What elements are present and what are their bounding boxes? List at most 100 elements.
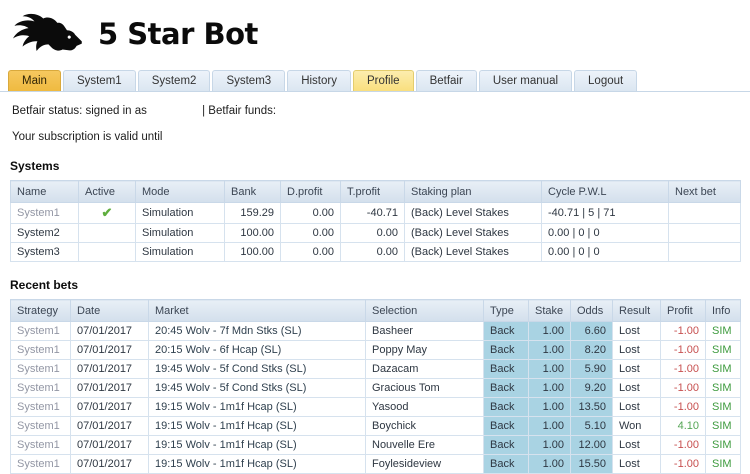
bet-selection: Nouvelle Ere [365, 435, 484, 455]
bet-result: Won [612, 416, 661, 436]
tab-logout[interactable]: Logout [574, 70, 638, 91]
bet-selection: Boychick [365, 416, 484, 436]
bet-result: Lost [612, 359, 661, 379]
bet-info[interactable]: SIM [705, 435, 741, 455]
system-staking-plan: (Back) Level Stakes [404, 223, 542, 243]
tab-main[interactable]: Main [8, 70, 61, 91]
bet-result: Lost [612, 378, 661, 398]
bet-row[interactable]: System1 07/01/2017 19:45 Wolv - 5f Cond … [10, 378, 741, 398]
tab-profile[interactable]: Profile [352, 70, 414, 91]
bet-strategy: System1 [10, 397, 71, 417]
tab-betfair[interactable]: Betfair [415, 70, 477, 91]
system-dprofit: 0.00 [280, 242, 341, 262]
check-icon: ✔ [78, 202, 136, 224]
system-mode: Simulation [135, 202, 225, 224]
bet-profit: -1.00 [660, 435, 706, 455]
bet-stake: 1.00 [528, 397, 571, 417]
bet-info[interactable]: SIM [705, 454, 741, 474]
col-odds: Odds [570, 299, 613, 322]
col-selection: Selection [365, 299, 484, 322]
tab-system2[interactable]: System2 [137, 70, 211, 91]
bet-strategy: System1 [10, 378, 71, 398]
system-name[interactable]: System1 [10, 202, 79, 224]
bet-stake: 1.00 [528, 340, 571, 360]
bet-info[interactable]: SIM [705, 321, 741, 341]
bet-strategy: System1 [10, 416, 71, 436]
bet-row[interactable]: System1 07/01/2017 20:45 Wolv - 7f Mdn S… [10, 321, 741, 341]
col-mode: Mode [135, 180, 225, 203]
bet-strategy: System1 [10, 454, 71, 474]
bet-market: 20:15 Wolv - 6f Hcap (SL) [148, 340, 366, 360]
bet-odds: 9.20 [570, 378, 613, 398]
bet-type: Back [483, 397, 529, 417]
bet-profit: 4.10 [660, 416, 706, 436]
col-bank: Bank [224, 180, 281, 203]
bet-date: 07/01/2017 [70, 435, 149, 455]
subscription-text: Your subscription is valid until [12, 131, 163, 143]
bet-stake: 1.00 [528, 359, 571, 379]
bet-date: 07/01/2017 [70, 416, 149, 436]
bet-selection: Yasood [365, 397, 484, 417]
system-row[interactable]: System1 ✔ Simulation 159.29 0.00 -40.71 … [10, 202, 741, 224]
bet-odds: 12.00 [570, 435, 613, 455]
system-bank: 100.00 [224, 242, 281, 262]
recent-bets-heading: Recent bets [10, 278, 79, 292]
bet-info[interactable]: SIM [705, 359, 741, 379]
bet-row[interactable]: System1 07/01/2017 20:15 Wolv - 6f Hcap … [10, 340, 741, 360]
system-row[interactable]: System2 Simulation 100.00 0.00 0.00 (Bac… [10, 223, 741, 243]
bet-info[interactable]: SIM [705, 397, 741, 417]
bet-date: 07/01/2017 [70, 454, 149, 474]
bet-market: 19:15 Wolv - 1m1f Hcap (SL) [148, 454, 366, 474]
system-tprofit: 0.00 [340, 223, 405, 243]
system-name[interactable]: System2 [10, 223, 79, 243]
bet-odds: 13.50 [570, 397, 613, 417]
tab-history[interactable]: History [287, 70, 351, 91]
col-next-bet: Next bet [668, 180, 741, 203]
bet-info[interactable]: SIM [705, 416, 741, 436]
brand-header: 5 Star Bot [0, 0, 750, 62]
nav-tabs: Main System1 System2 System3 History Pro… [0, 70, 750, 92]
bet-type: Back [483, 340, 529, 360]
bet-stake: 1.00 [528, 321, 571, 341]
bet-info[interactable]: SIM [705, 340, 741, 360]
system-dprofit: 0.00 [280, 202, 341, 224]
betfair-funds-text: | Betfair funds: [202, 105, 277, 117]
system-row[interactable]: System3 Simulation 100.00 0.00 0.00 (Bac… [10, 242, 741, 262]
bet-row[interactable]: System1 07/01/2017 19:15 Wolv - 1m1f Hca… [10, 454, 741, 474]
bet-result: Lost [612, 397, 661, 417]
col-profit: Profit [660, 299, 706, 322]
bet-row[interactable]: System1 07/01/2017 19:45 Wolv - 5f Cond … [10, 359, 741, 379]
system-next-bet [668, 242, 741, 262]
bet-odds: 5.10 [570, 416, 613, 436]
systems-table: Name Active Mode Bank D.profit T.profit … [10, 180, 741, 262]
horse-head-icon [10, 10, 84, 58]
system-name[interactable]: System3 [10, 242, 79, 262]
tab-system1[interactable]: System1 [62, 70, 136, 91]
bet-selection: Poppy May [365, 340, 484, 360]
bet-stake: 1.00 [528, 416, 571, 436]
bet-row[interactable]: System1 07/01/2017 19:15 Wolv - 1m1f Hca… [10, 397, 741, 417]
betfair-status-text: Betfair status: signed in as [12, 105, 147, 117]
bet-profit: -1.00 [660, 321, 706, 341]
bet-selection: Basheer [365, 321, 484, 341]
system-cycle-pwl: 0.00 | 0 | 0 [541, 242, 669, 262]
bet-result: Lost [612, 435, 661, 455]
tab-system3[interactable]: System3 [212, 70, 286, 91]
bet-row[interactable]: System1 07/01/2017 19:15 Wolv - 1m1f Hca… [10, 416, 741, 436]
col-stake: Stake [528, 299, 571, 322]
bet-market: 19:45 Wolv - 5f Cond Stks (SL) [148, 378, 366, 398]
bet-type: Back [483, 454, 529, 474]
bet-info[interactable]: SIM [705, 378, 741, 398]
bet-odds: 15.50 [570, 454, 613, 474]
bet-row[interactable]: System1 07/01/2017 19:15 Wolv - 1m1f Hca… [10, 435, 741, 455]
col-type: Type [483, 299, 529, 322]
system-tprofit: -40.71 [340, 202, 405, 224]
col-tprofit: T.profit [340, 180, 405, 203]
betfair-status-line: Betfair status: signed in as | Betfair f… [12, 105, 750, 117]
bet-date: 07/01/2017 [70, 378, 149, 398]
bet-market: 19:15 Wolv - 1m1f Hcap (SL) [148, 435, 366, 455]
bet-profit: -1.00 [660, 378, 706, 398]
tab-user-manual[interactable]: User manual [478, 70, 573, 91]
bet-selection: Dazacam [365, 359, 484, 379]
col-active: Active [78, 180, 136, 203]
